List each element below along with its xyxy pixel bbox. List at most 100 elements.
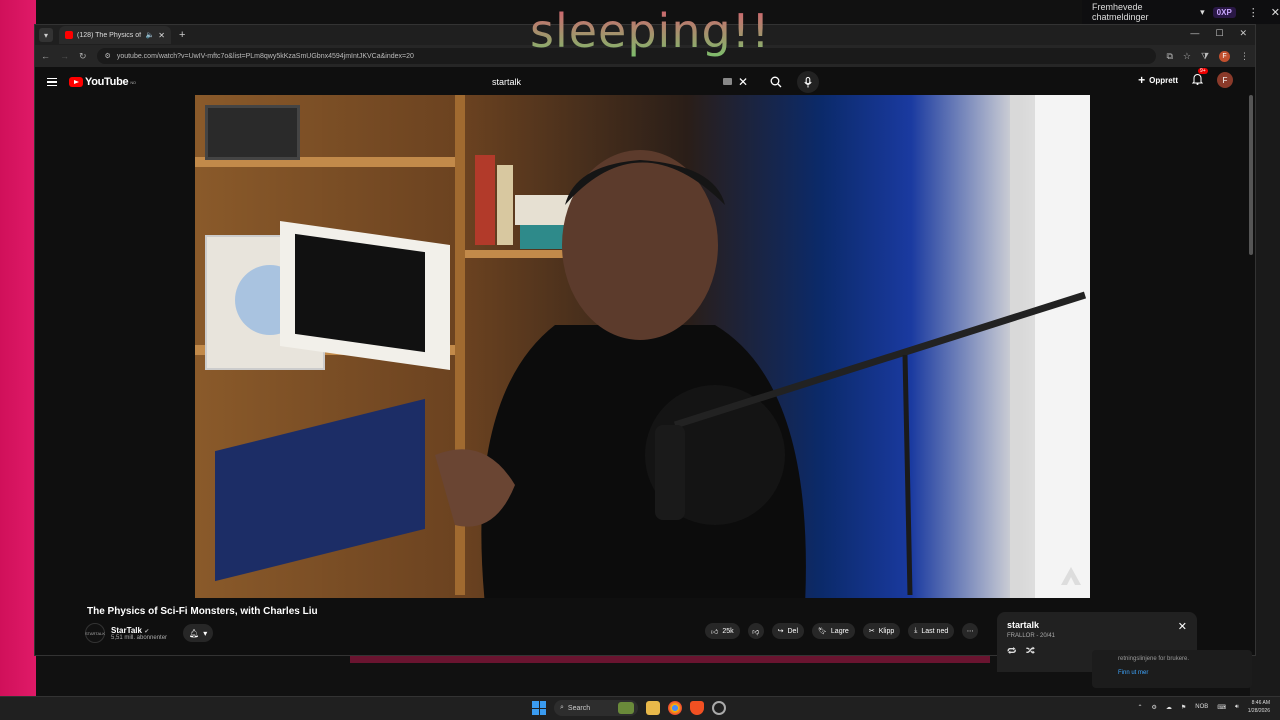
microphone-boom-arm — [655, 291, 1087, 595]
share-label: Del — [787, 627, 799, 635]
windows-start-icon[interactable] — [532, 701, 546, 715]
chevron-down-icon: ▾ — [203, 628, 208, 638]
save-label: Lagre — [830, 627, 849, 635]
youtube-favicon-icon — [65, 31, 73, 39]
reload-icon[interactable]: ↻ — [79, 51, 87, 62]
background-window-panel: retningslinjene for brukere. Finn ut mer — [1092, 650, 1252, 688]
page-scrollbar[interactable] — [1249, 95, 1253, 255]
learn-more-link[interactable]: Finn ut mer — [1118, 670, 1226, 676]
back-icon[interactable]: ← — [41, 51, 50, 61]
like-button[interactable]: 👍︎ 25k — [705, 623, 740, 639]
file-explorer-icon[interactable] — [646, 701, 660, 715]
thumbs-up-icon: 👍︎ — [711, 628, 719, 636]
channel-watermark-icon — [1061, 567, 1081, 585]
like-count: 25k — [722, 627, 734, 635]
minimize-button[interactable]: — — [1190, 28, 1199, 39]
close-window-button[interactable]: ✕ — [1239, 28, 1247, 39]
highlighted-chat-bar[interactable]: Fremhevede chatmeldinger ▾ 0XP ⋮ ✕ — [1082, 0, 1280, 24]
logo-region: NO — [130, 79, 136, 85]
bell-icon: 🔔︎ — [189, 628, 200, 638]
taskbar: ⌕ Search ⌃ ⚙ ☁ ⚑ NOB ⌨ 🔊︎ 8:46 AM 1/28/2… — [0, 696, 1280, 720]
install-app-icon[interactable]: ⧉ — [1166, 51, 1172, 62]
create-label: Opprett — [1149, 75, 1178, 85]
browser-menu-icon[interactable]: ⋮ — [1240, 51, 1249, 62]
taskbar-search-label: Search — [567, 704, 591, 712]
youtube-logo[interactable]: YouTube NO — [69, 76, 136, 88]
overlay-text: sleeping!! — [530, 4, 771, 58]
chevron-up-icon[interactable]: ⌃ — [1137, 704, 1142, 711]
tab-title: (128) The Physics of Sci-Fi M — [77, 31, 142, 39]
profile-avatar[interactable]: F — [1219, 50, 1230, 62]
notification-badge: 9+ — [1198, 68, 1208, 74]
channel-name[interactable]: StarTalk ✔ — [111, 626, 167, 635]
app-icon[interactable] — [712, 701, 726, 715]
dislike-button[interactable]: 👎︎ — [747, 623, 764, 639]
video-title: The Physics of Sci-Fi Monsters, with Cha… — [87, 606, 318, 617]
cloud-icon[interactable]: ☁ — [1166, 704, 1172, 711]
search-highlight-icon — [618, 702, 634, 714]
shuffle-icon[interactable]: 🔀︎ — [1026, 645, 1035, 658]
clip-button[interactable]: ✂ Klipp — [862, 623, 901, 639]
playlist-close-icon[interactable]: ✕ — [1178, 620, 1187, 633]
background-panel-text: retningslinjene for brukere. — [1118, 656, 1190, 662]
video-player[interactable] — [195, 95, 1090, 598]
download-button[interactable]: ⤓ Last ned — [908, 623, 955, 639]
book-cover-art — [295, 233, 425, 353]
search-button[interactable] — [763, 71, 789, 93]
bookmark-star-icon[interactable]: ☆ — [1183, 51, 1191, 62]
chrome-icon[interactable] — [668, 701, 682, 715]
chevron-down-icon[interactable]: ▾ — [1200, 7, 1205, 18]
site-info-icon[interactable]: ⚙ — [105, 52, 111, 60]
keyboard-icon[interactable] — [723, 78, 732, 85]
youtube-play-icon — [69, 77, 83, 87]
download-icon: ⤓ — [914, 627, 918, 634]
gear-icon[interactable]: ⚙ — [1152, 704, 1157, 711]
highlighted-chat-label: Fremhevede chatmeldinger — [1092, 2, 1149, 22]
taskbar-search[interactable]: ⌕ Search — [554, 700, 638, 716]
voice-search-button[interactable] — [797, 71, 819, 93]
share-button[interactable]: ↪ Del — [771, 623, 805, 639]
more-icon[interactable]: ⋮ — [1248, 6, 1259, 19]
maximize-button[interactable]: ☐ — [1215, 28, 1223, 39]
speaker-icon[interactable]: 🔈 — [146, 31, 155, 39]
forward-icon[interactable]: → — [60, 51, 69, 61]
youtube-header: YouTube NO startalk ✕ + Opprett 9+ F — [35, 68, 1255, 95]
create-button[interactable]: + Opprett — [1138, 73, 1178, 87]
clear-search-icon[interactable]: ✕ — [738, 75, 748, 89]
search-input[interactable]: startalk ✕ — [483, 71, 755, 93]
microphone-icon — [804, 76, 812, 87]
extensions-icon[interactable]: ⧩ — [1201, 51, 1209, 62]
playlist-title[interactable]: startalk — [1007, 620, 1187, 630]
subscriber-count: 5,51 mill. abonnenter — [111, 634, 168, 641]
bookmark-icon: 🔖︎ — [818, 628, 827, 635]
flag-icon[interactable]: ⚑ — [1181, 704, 1186, 711]
close-icon[interactable]: ✕ — [1271, 6, 1280, 19]
tab-close-icon[interactable]: ✕ — [158, 31, 165, 40]
account-avatar[interactable]: F — [1217, 72, 1233, 88]
playlist-subtitle: FRALLOR - 20/41 — [1007, 633, 1056, 639]
network-icon[interactable]: ⌨ — [1217, 704, 1226, 711]
more-actions-button[interactable]: ⋯ — [962, 623, 979, 639]
subscription-bell-button[interactable]: 🔔︎ ▾ — [183, 624, 214, 642]
new-tab-button[interactable]: + — [179, 29, 185, 41]
brave-icon[interactable] — [690, 701, 704, 715]
xp-chip[interactable]: 0XP — [1212, 6, 1236, 18]
volume-icon[interactable]: 🔊︎ — [1235, 704, 1239, 711]
plus-icon: + — [1138, 73, 1146, 87]
clock[interactable]: 8:46 AM 1/28/2026 — [1248, 699, 1270, 715]
channel-avatar[interactable]: STARTALK — [85, 623, 105, 643]
share-icon: ↪ — [777, 628, 784, 635]
search-value: startalk — [492, 77, 522, 87]
notifications-button[interactable]: 9+ — [1191, 68, 1208, 87]
download-label: Last ned — [921, 627, 949, 635]
tab-youtube[interactable]: (128) The Physics of Sci-Fi M 🔈 ✕ — [59, 26, 171, 44]
clock-date: 1/28/2026 — [1247, 708, 1270, 714]
loop-icon[interactable]: 🔁︎ — [1007, 645, 1016, 658]
menu-icon[interactable] — [47, 77, 57, 87]
save-button[interactable]: 🔖︎ Lagre — [812, 623, 855, 639]
more-icon: ⋯ — [966, 628, 974, 635]
language-indicator[interactable]: NOB — [1195, 704, 1208, 710]
search-icon: ⌕ — [560, 704, 564, 711]
clip-label: Klipp — [878, 627, 895, 635]
tab-search-icon[interactable]: ▾ — [39, 28, 53, 42]
